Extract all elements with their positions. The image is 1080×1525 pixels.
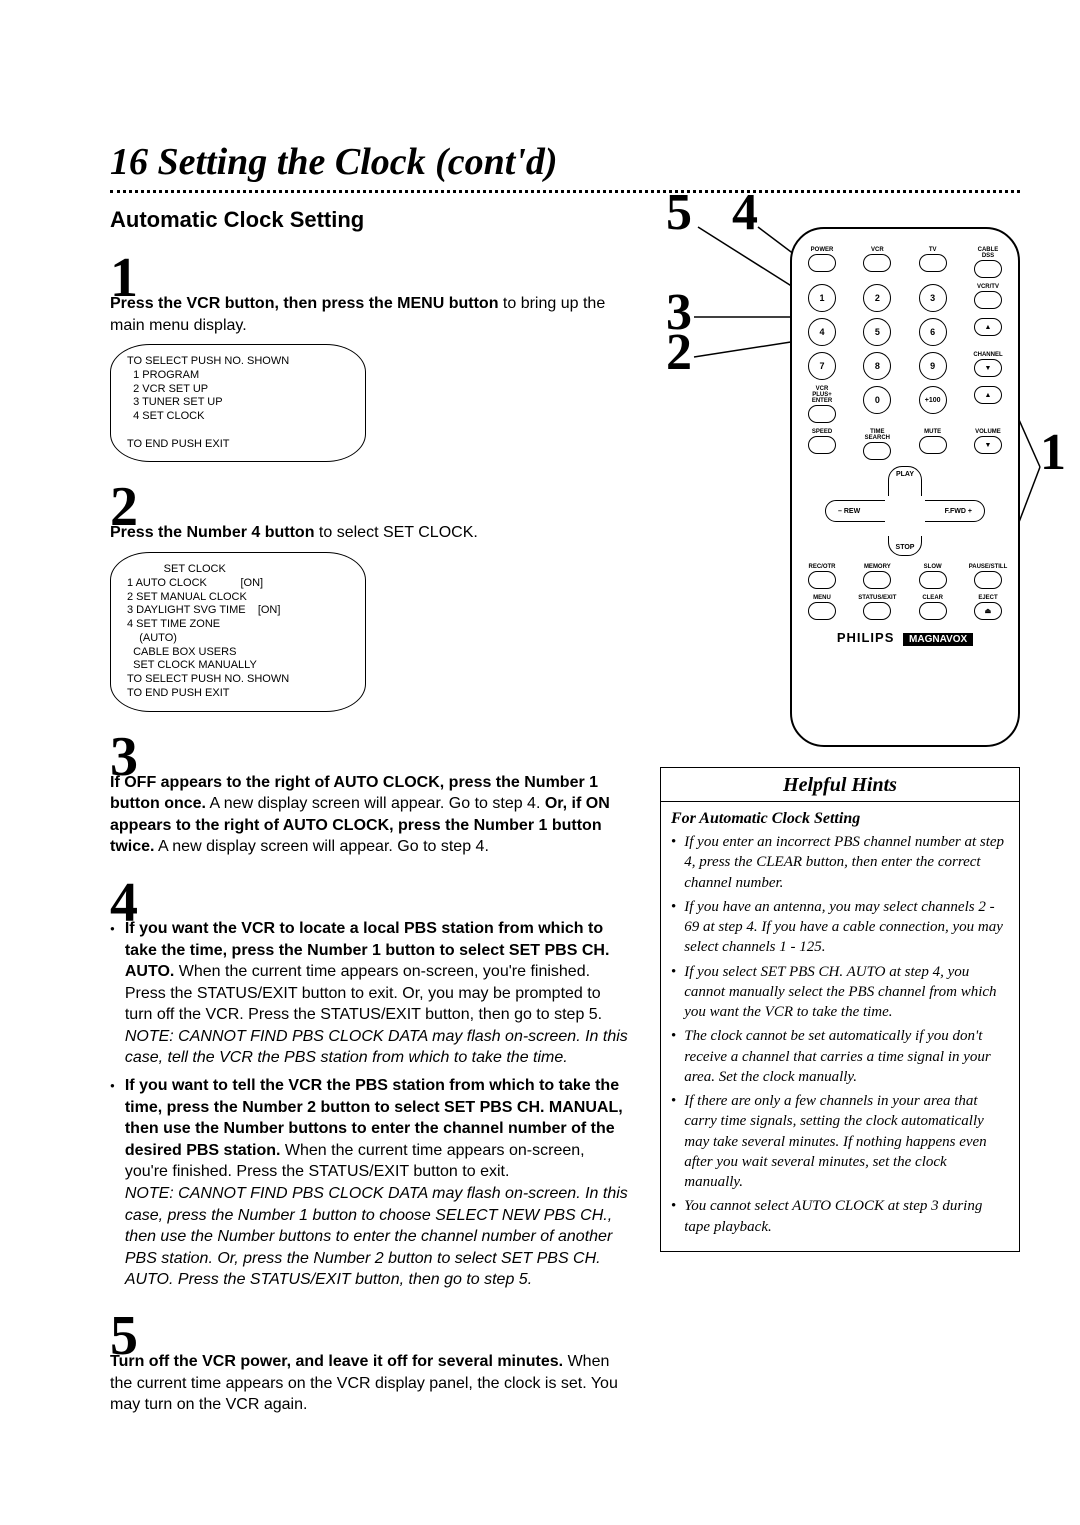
tv-button[interactable] [919, 254, 947, 272]
num-3-button[interactable]: 3 [919, 284, 947, 312]
hints-item: If there are only a few channels in your… [671, 1091, 1009, 1192]
volume-up-button[interactable]: ▲ [974, 386, 1002, 404]
num-7-button[interactable]: 7 [808, 352, 836, 380]
hints-item: If you select SET PBS CH. AUTO at step 4… [671, 962, 1009, 1023]
vcr-button[interactable] [863, 254, 891, 272]
speed-button[interactable] [808, 436, 836, 454]
callout-2: 2 [666, 327, 692, 379]
step-4-option-a: If you want the VCR to locate a local PB… [110, 918, 630, 1069]
power-button[interactable] [808, 254, 836, 272]
step-3-text: If OFF appears to the right of AUTO CLOC… [110, 772, 630, 858]
num-5-button[interactable]: 5 [863, 318, 891, 346]
callout-5: 5 [666, 187, 692, 239]
page-number: 16 [110, 141, 148, 183]
channel-up-button[interactable]: ▲ [974, 318, 1002, 336]
plus100-button[interactable]: +100 [919, 386, 947, 414]
cable-button[interactable] [974, 260, 1002, 278]
osd-main-menu: TO SELECT PUSH NO. SHOWN 1 PROGRAM 2 VCR… [110, 344, 366, 462]
section-heading: Automatic Clock Setting [110, 207, 630, 233]
remote-brand: PHILIPS MAGNAVOX [808, 630, 1002, 645]
vcr-tv-button[interactable] [974, 291, 1002, 309]
clear-button[interactable] [919, 602, 947, 620]
hints-title: Helpful Hints [671, 774, 1009, 797]
num-2-button[interactable]: 2 [863, 284, 891, 312]
transport-cross: PLAY STOP – REW F.FWD + [825, 466, 985, 556]
callout-4: 4 [732, 187, 758, 239]
step-1-text: Press the VCR button, then press the MEN… [110, 293, 630, 336]
pause-still-button[interactable] [974, 571, 1002, 589]
step-2-text: Press the Number 4 button to select SET … [110, 522, 630, 544]
hints-item: If you enter an incorrect PBS channel nu… [671, 832, 1009, 893]
mute-button[interactable] [919, 436, 947, 454]
hints-item: You cannot select AUTO CLOCK at step 3 d… [671, 1196, 1009, 1237]
remote-control: POWER VCR TV CABLE DSS 1 2 3 VCR/TV 4 5 [790, 227, 1020, 747]
callout-1: 1 [1040, 427, 1066, 479]
helpful-hints-box: Helpful Hints For Automatic Clock Settin… [660, 767, 1020, 1252]
num-4-button[interactable]: 4 [808, 318, 836, 346]
eject-button[interactable]: ⏏ [974, 602, 1002, 620]
time-search-button[interactable] [863, 442, 891, 460]
remote-callouts: 5 4 3 2 1 POWER VCR TV CABLE DSS 1 2 3 [660, 187, 1020, 767]
rec-otr-button[interactable] [808, 571, 836, 589]
channel-down-button[interactable]: ▼ [974, 359, 1002, 377]
hints-subtitle: For Automatic Clock Setting [671, 810, 1009, 828]
status-exit-button[interactable] [863, 602, 891, 620]
vcrplus-button[interactable] [808, 405, 836, 423]
page-title: 16 Setting the Clock (cont'd) [110, 140, 1020, 184]
num-6-button[interactable]: 6 [919, 318, 947, 346]
step-4-option-b: If you want to tell the VCR the PBS stat… [110, 1075, 630, 1291]
num-0-button[interactable]: 0 [863, 386, 891, 414]
hints-item: If you have an antenna, you may select c… [671, 897, 1009, 958]
menu-button[interactable] [808, 602, 836, 620]
osd-set-clock: SET CLOCK 1 AUTO CLOCK [ON] 2 SET MANUAL… [110, 552, 366, 712]
hints-item: The clock cannot be set automatically if… [671, 1026, 1009, 1087]
num-9-button[interactable]: 9 [919, 352, 947, 380]
hints-divider [661, 801, 1019, 802]
num-1-button[interactable]: 1 [808, 284, 836, 312]
volume-down-button[interactable]: ▼ [974, 436, 1002, 454]
num-8-button[interactable]: 8 [863, 352, 891, 380]
slow-button[interactable] [919, 571, 947, 589]
step-5-text: Turn off the VCR power, and leave it off… [110, 1351, 630, 1416]
memory-button[interactable] [863, 571, 891, 589]
